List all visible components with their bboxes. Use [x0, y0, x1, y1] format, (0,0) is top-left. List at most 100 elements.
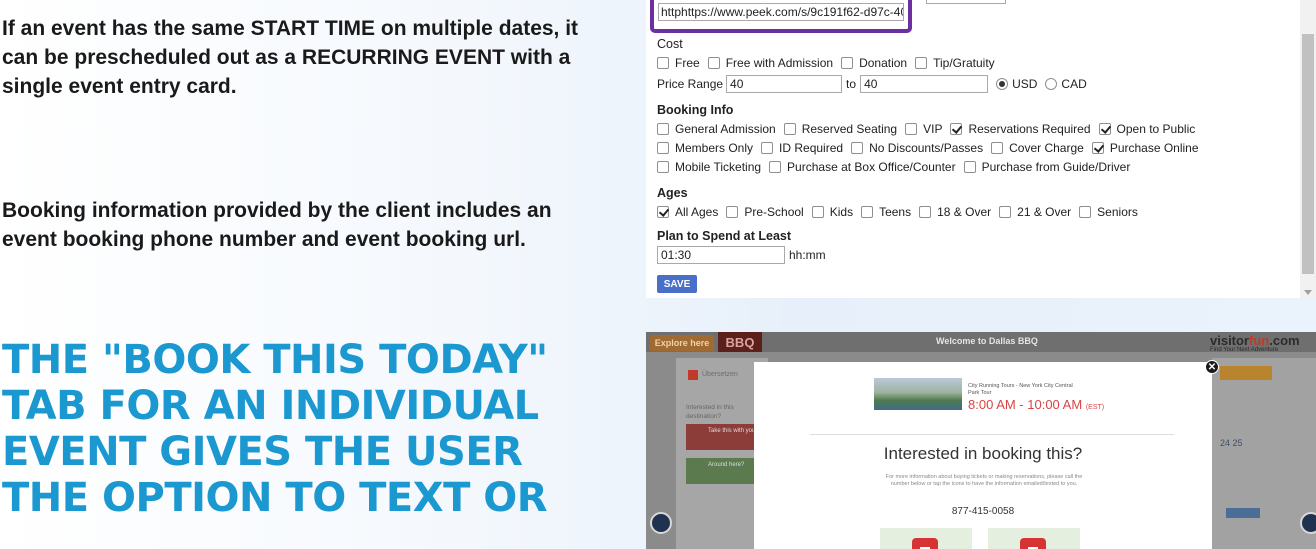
- booking-info-row-1: General Admission Reserved Seating VIP R…: [657, 122, 1203, 136]
- modal-info-text: For more information about buying ticket…: [885, 474, 1083, 487]
- guide-driver-option[interactable]: Purchase from Guide/Driver: [963, 160, 1130, 174]
- teens-option[interactable]: Teens: [861, 205, 911, 219]
- donation-checkbox[interactable]: [841, 57, 854, 69]
- cad-radio[interactable]: [1045, 78, 1058, 90]
- previous-field[interactable]: [926, 0, 1006, 4]
- mobile-ticketing-checkbox[interactable]: [657, 161, 669, 173]
- interested-destination-text: Interested in this destination?: [686, 404, 734, 420]
- cover-charge-option[interactable]: Cover Charge: [991, 141, 1084, 155]
- plan-to-spend-input[interactable]: 01:30: [657, 246, 785, 264]
- preview-window-title: Welcome to Dallas BBQ: [936, 336, 1038, 346]
- general-admission-checkbox[interactable]: [657, 123, 669, 135]
- modal-divider: [810, 434, 1174, 435]
- event-time: 8:00 AM - 10:00 AM (EST): [968, 397, 1105, 412]
- 18-over-option[interactable]: 18 & Over: [919, 205, 991, 219]
- id-required-checkbox[interactable]: [761, 142, 774, 154]
- id-required-option[interactable]: ID Required: [761, 141, 843, 155]
- translate-label[interactable]: Übersetzen: [702, 371, 738, 378]
- reservations-required-checkbox[interactable]: [950, 123, 963, 135]
- visitorfun-tagline: Find Your Next Adventure: [1210, 347, 1279, 353]
- all-ages-option[interactable]: All Ages: [657, 205, 718, 219]
- purchase-online-checkbox[interactable]: [1091, 142, 1104, 154]
- around-here-button[interactable]: Around here?: [686, 458, 760, 484]
- box-office-checkbox[interactable]: [769, 161, 782, 173]
- free-with-admission-checkbox[interactable]: [707, 57, 720, 69]
- open-to-public-checkbox[interactable]: [1098, 123, 1111, 135]
- open-to-public-option[interactable]: Open to Public: [1098, 122, 1195, 136]
- no-discounts-checkbox[interactable]: [851, 142, 864, 154]
- calendar-action-button[interactable]: [1226, 508, 1260, 518]
- cost-options: Free Free with Admission Donation Tip/Gr…: [657, 56, 1003, 70]
- purchase-online-option[interactable]: Purchase Online: [1091, 141, 1199, 155]
- event-name: City Running Tours - New York City Centr…: [968, 383, 1073, 396]
- reserved-seating-option[interactable]: Reserved Seating: [783, 122, 897, 136]
- cover-charge-checkbox[interactable]: [991, 142, 1004, 154]
- cost-option-free[interactable]: Free: [657, 56, 700, 70]
- form-scrollbar[interactable]: [1300, 0, 1316, 298]
- kids-option[interactable]: Kids: [811, 205, 853, 219]
- booking-info-label: Booking Info: [657, 103, 734, 117]
- booking-info-row-2: Members Only ID Required No Discounts/Pa…: [657, 141, 1207, 155]
- booking-info-note: Booking information provided by the clie…: [2, 199, 552, 251]
- booking-phone[interactable]: 877-415-0058: [754, 506, 1212, 517]
- cost-option-tip[interactable]: Tip/Gratuity: [915, 56, 995, 70]
- members-only-option[interactable]: Members Only: [657, 141, 753, 155]
- guide-driver-checkbox[interactable]: [963, 161, 976, 173]
- 18-over-checkbox[interactable]: [919, 206, 932, 218]
- price-to-label: to: [846, 77, 857, 91]
- close-icon[interactable]: ✕: [1205, 360, 1219, 374]
- currency-cad-option[interactable]: CAD: [1045, 77, 1087, 91]
- mobile-ticketing-option[interactable]: Mobile Ticketing: [657, 160, 761, 174]
- pre-school-checkbox[interactable]: [726, 206, 739, 218]
- teens-checkbox[interactable]: [861, 206, 874, 218]
- all-ages-checkbox[interactable]: [657, 206, 669, 218]
- seniors-option[interactable]: Seniors: [1079, 205, 1138, 219]
- members-only-checkbox[interactable]: [657, 142, 669, 154]
- take-this-with-you-button[interactable]: Take this with you: [686, 424, 760, 450]
- phone-icon[interactable]: [912, 538, 938, 549]
- reservations-required-option[interactable]: Reservations Required: [950, 122, 1091, 136]
- 21-over-option[interactable]: 21 & Over: [999, 205, 1071, 219]
- no-discounts-option[interactable]: No Discounts/Passes: [851, 141, 983, 155]
- reserved-seating-checkbox[interactable]: [783, 123, 796, 135]
- cost-label: Cost: [657, 37, 683, 51]
- explore-here-button[interactable]: Explore here: [650, 335, 714, 351]
- seniors-checkbox[interactable]: [1079, 206, 1092, 218]
- event-photo: [874, 378, 962, 410]
- translate-icon[interactable]: [688, 370, 698, 380]
- prev-arrow-icon[interactable]: [650, 512, 672, 534]
- scrollbar-thumb[interactable]: [1302, 34, 1314, 274]
- free-checkbox[interactable]: [657, 57, 669, 69]
- calendar-days[interactable]: 24 25: [1220, 438, 1243, 448]
- cost-option-free-with-admission[interactable]: Free with Admission: [707, 56, 833, 70]
- ages-options: All Ages Pre-School Kids Teens 18 & Over…: [657, 205, 1146, 219]
- explanation-panel: If an event has the same START TIME on m…: [0, 0, 610, 549]
- calendar-header-tab[interactable]: [1220, 366, 1272, 380]
- next-arrow-icon[interactable]: [1300, 512, 1316, 534]
- save-button[interactable]: SAVE: [657, 275, 697, 293]
- currency-usd-option[interactable]: USD: [996, 77, 1037, 91]
- vip-checkbox[interactable]: [905, 123, 918, 135]
- email-me-tile[interactable]: [988, 528, 1080, 549]
- 21-over-checkbox[interactable]: [999, 206, 1012, 218]
- price-range-label: Price Range: [657, 77, 724, 91]
- price-to-input[interactable]: 40: [860, 75, 989, 93]
- plan-to-spend-unit: hh:mm: [789, 248, 826, 262]
- ages-label: Ages: [657, 186, 688, 200]
- book-this-today-headline: THE "BOOK THIS TODAY" TAB FOR AN INDIVID…: [2, 337, 548, 521]
- cost-option-donation[interactable]: Donation: [841, 56, 907, 70]
- booking-preview-screenshot: Explore here BBQ Welcome to Dallas BBQ v…: [646, 332, 1316, 549]
- pre-school-option[interactable]: Pre-School: [726, 205, 804, 219]
- vip-option[interactable]: VIP: [905, 122, 942, 136]
- plan-to-spend-row: 01:30 hh:mm: [657, 246, 826, 264]
- box-office-option[interactable]: Purchase at Box Office/Counter: [769, 160, 956, 174]
- price-from-input[interactable]: 40: [726, 75, 843, 93]
- kids-checkbox[interactable]: [811, 206, 824, 218]
- booking-url-input[interactable]: httphttps://www.peek.com/s/9c191f62-d97c…: [658, 3, 904, 21]
- tip-checkbox[interactable]: [915, 57, 928, 69]
- email-icon[interactable]: [1020, 538, 1046, 549]
- usd-radio[interactable]: [996, 78, 1009, 90]
- scroll-down-arrow-icon[interactable]: [1304, 290, 1312, 295]
- text-me-tile[interactable]: [880, 528, 972, 549]
- general-admission-option[interactable]: General Admission: [657, 122, 776, 136]
